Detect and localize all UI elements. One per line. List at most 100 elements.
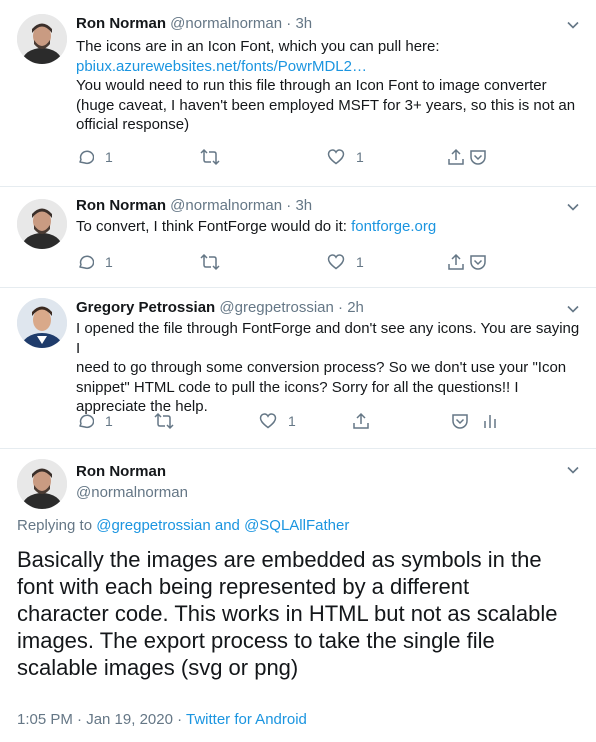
avatar-image [17,199,67,249]
tweet-text-line: snippet" HTML code to pull the icons? So… [76,378,519,396]
mention-and: and [210,517,245,534]
tweet-text-line: To convert, I think FontForge would do i… [76,218,352,235]
replying-to-label: Replying to [17,517,97,534]
reply-button[interactable]: 1 [76,253,113,271]
tweet-timestamp[interactable]: 1:05 PM · Jan 19, 2020 [17,711,173,728]
separator-dot: · [286,197,292,214]
author-handle-line: @normalnorman [76,484,188,502]
avatar-ron-norman[interactable] [17,199,67,249]
retweet-button[interactable] [200,148,220,166]
mention-link[interactable]: @gregpetrossian [96,517,210,534]
tweet-header: Ron Norman @normalnorman · 3h [76,15,312,33]
author-name-line: Ron Norman [76,463,166,481]
chevron-down-icon[interactable] [566,302,580,316]
heart-icon [327,254,345,270]
avatar-image [17,14,67,64]
separator-dot: · [338,299,344,316]
like-count: 1 [356,254,364,270]
chevron-down-icon[interactable] [566,463,580,477]
share-button[interactable] [447,148,465,166]
like-count: 1 [356,149,364,165]
share-button[interactable] [352,412,370,430]
retweet-icon [200,253,220,271]
pocket-icon [470,255,486,270]
main-tweet: Ron Norman @normalnorman Replying to @gr… [0,449,596,742]
tweet-text-line: scalable images (svg or png) [17,655,299,680]
tweet-2[interactable]: Ron Norman @normalnorman · 3h To convert… [0,187,596,287]
tweet-source[interactable]: Twitter for Android [186,711,307,728]
tweet-3[interactable]: Gregory Petrossian @gregpetrossian · 2h … [0,288,596,448]
tweet-header: Gregory Petrossian @gregpetrossian · 2h [76,299,364,317]
tweet-meta: 1:05 PM · Jan 19, 2020 · Twitter for And… [17,711,307,728]
tweet-text-line: You would need to run this file through … [76,77,547,94]
like-button[interactable]: 1 [327,253,364,271]
tweet-time[interactable]: 3h [295,15,312,32]
author-handle[interactable]: @normalnorman [76,484,188,501]
like-button[interactable]: 1 [259,412,296,430]
avatar-ron-norman[interactable] [17,14,67,64]
reply-count: 1 [105,149,113,165]
chevron-down-icon[interactable] [566,200,580,214]
reply-count: 1 [105,413,113,429]
author-handle[interactable]: @normalnorman [170,197,282,214]
like-count: 1 [288,413,296,429]
tweet-time[interactable]: 2h [347,299,364,316]
separator-dot: · [172,711,186,728]
save-button[interactable] [469,148,487,166]
avatar-ron-norman[interactable] [17,459,67,509]
avatar-image [17,459,67,509]
heart-icon [259,413,277,429]
share-icon [448,148,464,165]
reply-icon [79,255,94,270]
analytics-icon [484,415,496,428]
save-button[interactable] [451,412,469,430]
author-name[interactable]: Ron Norman [76,15,166,32]
chevron-down-icon[interactable] [566,18,580,32]
author-handle[interactable]: @gregpetrossian [219,299,333,316]
tweet-actions: 1 1 [76,253,576,273]
separator-dot: · [286,15,292,32]
pocket-icon [470,150,486,165]
share-icon [353,412,369,429]
heart-icon [327,149,345,165]
tweet-text: To convert, I think FontForge would do i… [76,217,584,237]
tweet-text: The icons are in an Icon Font, which you… [76,37,584,135]
tweet-link[interactable]: pbiux.azurewebsites.net/fonts/PowrMDL2… [76,57,584,77]
avatar-gregory-petrossian[interactable] [17,298,67,348]
like-button[interactable]: 1 [327,148,364,166]
reply-count: 1 [105,254,113,270]
retweet-icon [154,412,174,430]
retweet-button[interactable] [200,253,220,271]
tweet-text-line: images. The export process to take the s… [17,628,495,653]
tweet-text-line: Basically the images are embedded as sym… [17,547,542,572]
tweet-link[interactable]: fontforge.org [351,218,436,235]
replying-to: Replying to @gregpetrossian and @SQLAllF… [17,517,349,534]
author-name[interactable]: Ron Norman [76,197,166,214]
reply-button[interactable]: 1 [76,412,113,430]
tweet-header: Ron Norman @normalnorman · 3h [76,197,312,215]
reply-icon [79,414,94,429]
tweet-text-line: font with each being represented by a di… [17,574,470,599]
author-handle[interactable]: @normalnorman [170,15,282,32]
tweet-actions: 1 1 [76,148,576,168]
save-button[interactable] [469,253,487,271]
avatar-image [17,298,67,348]
tweet-actions: 1 1 [76,412,576,432]
author-name[interactable]: Gregory Petrossian [76,299,215,316]
share-button[interactable] [447,253,465,271]
author-name[interactable]: Ron Norman [76,463,166,480]
tweet-text-line: I opened the file through FontForge and … [76,320,580,357]
tweet-1[interactable]: Ron Norman @normalnorman · 3h The icons … [0,0,596,186]
mention-link[interactable]: @SQLAllFather [244,517,349,534]
tweet-text: I opened the file through FontForge and … [76,319,584,417]
tweet-text-line: official response) [76,116,190,133]
tweet-time[interactable]: 3h [295,197,312,214]
analytics-button[interactable] [481,412,499,430]
retweet-icon [200,148,220,166]
share-icon [448,253,464,270]
reply-icon [79,150,94,165]
tweet-text-line: character code. This works in HTML but n… [17,601,558,626]
retweet-button[interactable] [154,412,174,430]
tweet-text-line: (huge caveat, I haven't been employed MS… [76,96,576,114]
reply-button[interactable]: 1 [76,148,113,166]
